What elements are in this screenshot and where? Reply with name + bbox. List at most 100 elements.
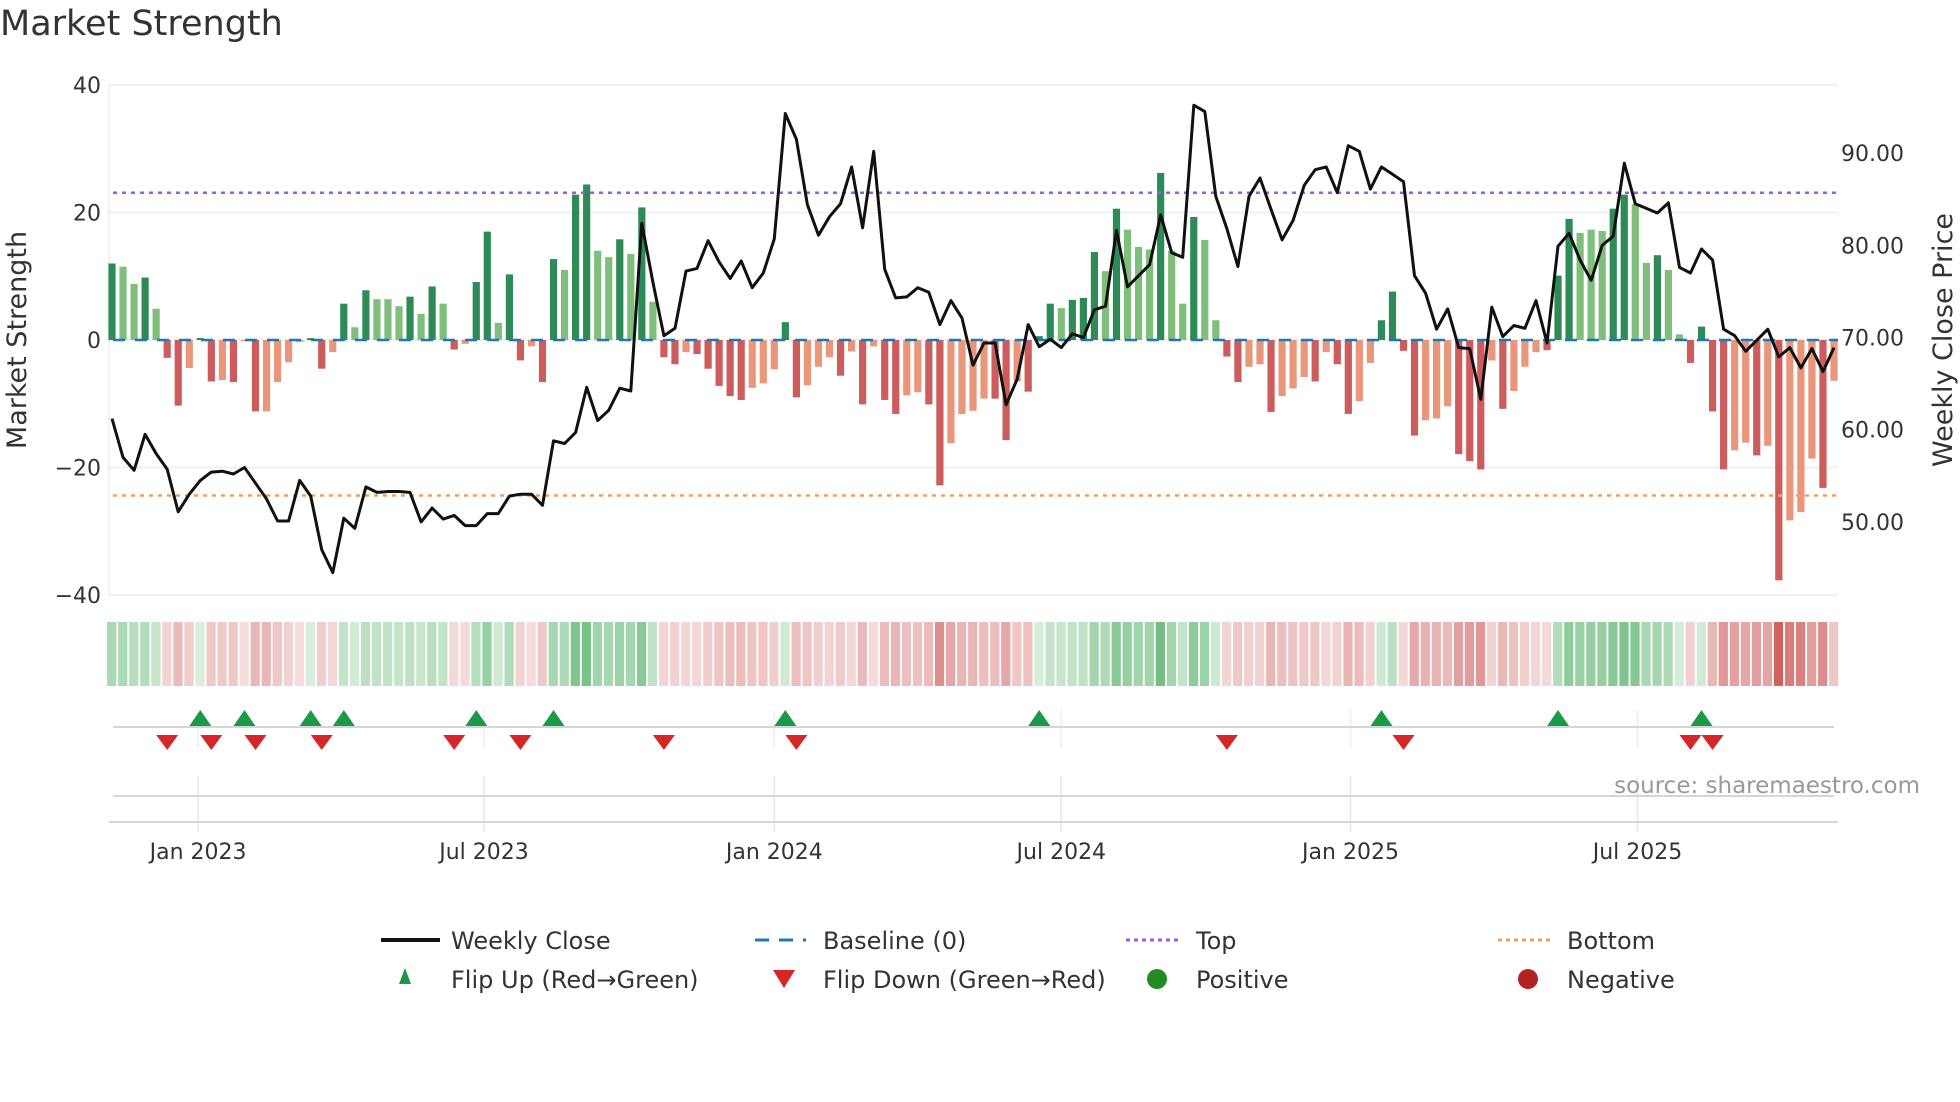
strength-bar (1819, 340, 1827, 488)
heatmap-cell (162, 622, 172, 686)
flip-down-marker (200, 735, 223, 750)
heatmap-cell (559, 622, 569, 686)
heatmap-cell (979, 622, 989, 686)
strength-bar (792, 340, 800, 398)
heatmap-cell (438, 622, 448, 686)
strength-bar (1510, 340, 1518, 391)
heatmap-cell (1023, 622, 1033, 686)
heatmap-cell (1586, 622, 1596, 686)
strength-bar (538, 340, 547, 383)
heatmap-cell (1641, 622, 1651, 686)
strength-bar (384, 299, 392, 340)
strength-bar (1057, 308, 1065, 340)
heatmap-cell (1233, 622, 1243, 686)
strength-bar (1653, 255, 1661, 340)
strength-bar (1532, 340, 1540, 353)
strength-bar (108, 263, 116, 340)
heatmap-cell (879, 622, 890, 686)
heatmap-cell (747, 622, 757, 686)
flip-up-marker (233, 710, 256, 726)
strength-bar (285, 340, 293, 363)
heatmap-cell (449, 622, 459, 686)
strength-bar (273, 340, 282, 383)
source-label: source: sharemaestro.com (1614, 773, 1920, 799)
strength-bar (605, 257, 613, 340)
heatmap-cell (835, 622, 845, 686)
strength-bar (218, 340, 226, 381)
heatmap-cell (592, 622, 603, 686)
strength-bar (549, 259, 558, 340)
heatmap-cell (294, 622, 304, 686)
strength-bar (516, 340, 525, 361)
heatmap-cell (758, 622, 768, 686)
strength-bar (770, 340, 778, 370)
heatmap-cell (206, 622, 216, 686)
heatmap-cell (228, 622, 238, 686)
strength-bar (1554, 275, 1562, 340)
market-strength-chart: 40 20 0 −20 −40 90.00 80.00 70.00 60.00 50.00 Jan … (2, 74, 1959, 994)
legend-flip-down: Flip Down (Green→Red) (823, 966, 1106, 994)
heatmap-cell (1122, 622, 1132, 686)
strength-bar (737, 340, 745, 400)
strength-bar (1157, 172, 1165, 340)
heatmap-cell (1718, 622, 1728, 686)
heatmap-cell (1795, 622, 1806, 686)
flip-up-marker (1690, 710, 1713, 726)
heatmap-cell (1486, 622, 1497, 686)
strength-bar (881, 340, 889, 400)
strength-bar (682, 340, 690, 353)
flip-up-marker (774, 710, 797, 726)
heatmap-cell (173, 622, 183, 686)
strength-bar (340, 303, 348, 340)
strength-bar (1708, 340, 1717, 412)
strength-bar (825, 340, 834, 358)
heatmap-cell (482, 622, 492, 686)
y2-tick-label: 90.00 (1841, 142, 1904, 167)
flip-down-marker (509, 735, 532, 750)
heatmap-cell (261, 622, 271, 686)
strength-bar (1697, 326, 1706, 340)
legend-weekly-close: Weekly Close (451, 927, 611, 955)
heatmap-cell (493, 622, 503, 686)
strength-heatmap-strip (107, 622, 1839, 686)
heatmap-cell (1376, 622, 1386, 686)
strength-bar (1179, 303, 1187, 340)
strength-bar (660, 340, 668, 358)
strength-bar (1256, 340, 1264, 365)
y2-tick-label: 80.00 (1841, 234, 1904, 259)
flip-up-marker (542, 710, 565, 726)
strength-bar (1686, 340, 1695, 363)
heatmap-cell (1387, 622, 1397, 686)
heatmap-cell (1520, 622, 1530, 686)
strength-bar (229, 340, 238, 383)
legend-positive: Positive (1196, 966, 1289, 994)
strength-bar (1753, 340, 1761, 456)
heatmap-cell (1453, 622, 1464, 686)
heatmap-cell (327, 622, 338, 686)
strength-bar (892, 340, 900, 414)
heatmap-cell (1685, 622, 1695, 686)
strength-bar (1410, 340, 1419, 436)
heatmap-cell (1398, 622, 1408, 686)
x-tick-label: Jan 2025 (1300, 840, 1399, 865)
y2-tick-label: 70.00 (1841, 327, 1904, 352)
heatmap-cell (868, 622, 878, 686)
heatmap-cell (1001, 622, 1011, 686)
heatmap-cell (515, 622, 525, 686)
strength-bar (693, 340, 701, 355)
heatmap-cell (1078, 622, 1088, 686)
heatmap-cell (360, 622, 371, 686)
strength-bar (1046, 303, 1054, 340)
heatmap-cell (1652, 622, 1662, 686)
heatmap-cell (1299, 622, 1309, 686)
y-tick-label: −20 (55, 457, 101, 482)
heatmap-cell (1221, 622, 1232, 686)
strength-bar (1631, 204, 1639, 340)
flip-up-marker (1028, 710, 1051, 726)
strength-bar (1444, 340, 1452, 407)
heatmap-cell (1012, 622, 1022, 686)
flip-down-marker (310, 735, 333, 750)
strength-bar (726, 340, 734, 397)
strength-bar (859, 340, 867, 405)
strength-bar (1477, 340, 1485, 470)
